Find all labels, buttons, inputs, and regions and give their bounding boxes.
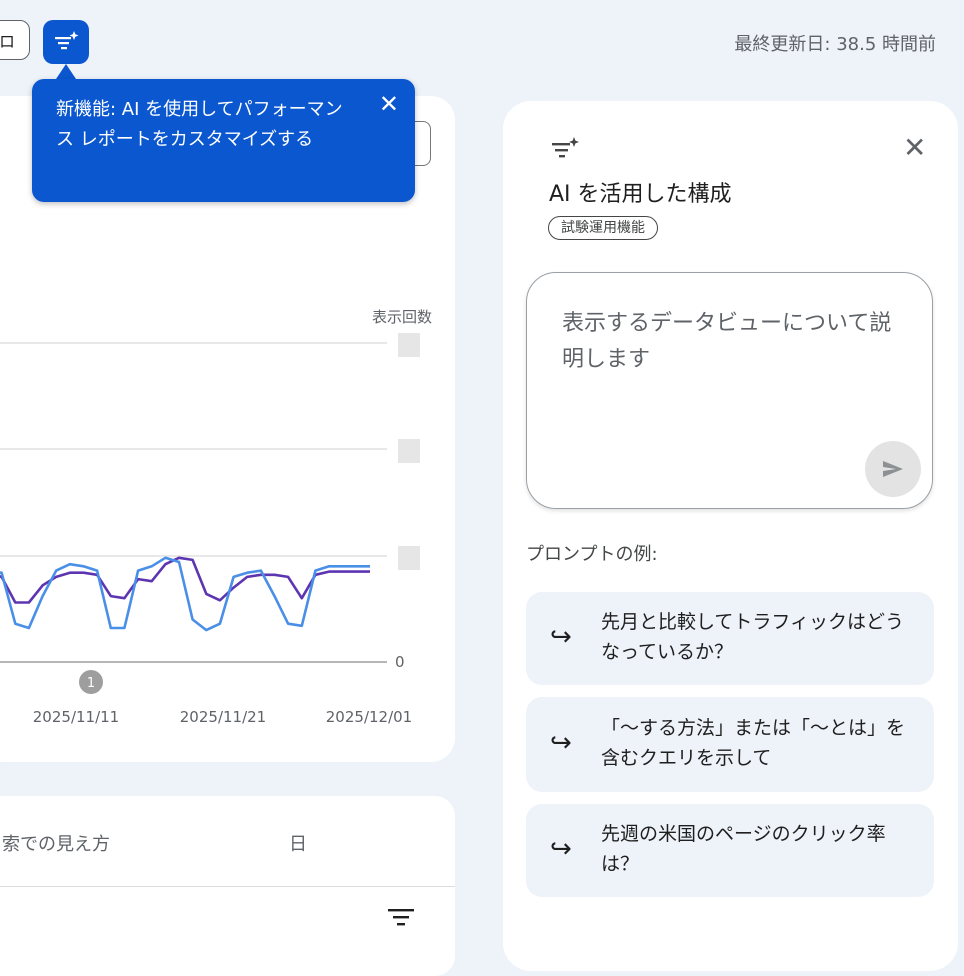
table-column-header-date[interactable]: 日 bbox=[289, 830, 307, 856]
example-prompt-text: 先週の米国のページのクリック率は？ bbox=[601, 823, 886, 875]
y-axis-tick-zero: 0 bbox=[395, 653, 405, 671]
y-axis-redacted-ticks bbox=[398, 333, 420, 570]
filter-chip-label: ロ bbox=[0, 32, 15, 51]
example-prompt-card[interactable]: ↪ 「〜する方法」または「〜とは」を含むクエリを示して bbox=[526, 697, 934, 792]
chart-series bbox=[0, 556, 370, 632]
reply-arrow-icon: ↪ bbox=[550, 834, 572, 864]
annotation-marker-label: 1 bbox=[87, 676, 95, 691]
x-axis-tick: 2025/11/21 bbox=[180, 708, 266, 726]
reply-arrow-icon: ↪ bbox=[550, 622, 572, 652]
redacted-tick-label bbox=[398, 439, 420, 463]
filter-list-icon[interactable] bbox=[388, 906, 416, 928]
reply-arrow-icon: ↪ bbox=[550, 728, 572, 758]
table-divider bbox=[0, 886, 455, 887]
redacted-tick-label bbox=[398, 546, 420, 570]
performance-line-chart: 表示回数 0 1 2025/11/11 2025/11/21 2025/12/0… bbox=[0, 308, 432, 726]
filter-chip[interactable]: ロ bbox=[0, 20, 30, 60]
series-line bbox=[0, 556, 370, 604]
x-axis-tick: 2025/11/11 bbox=[33, 708, 119, 726]
last-updated-text: 最終更新日: 38.5 時間前 bbox=[734, 34, 936, 55]
series-line bbox=[0, 556, 370, 632]
ai-filter-sparkle-icon bbox=[552, 137, 579, 158]
close-icon[interactable]: ✕ bbox=[903, 134, 926, 162]
example-prompt-card[interactable]: ↪ 先週の米国のページのクリック率は？ bbox=[526, 804, 934, 897]
examples-label: プロンプトの例: bbox=[526, 544, 658, 565]
experimental-badge: 試験運用機能 bbox=[548, 216, 658, 240]
tooltip-text: 新機能: AI を使用してパフォーマンス レポートをカスタマイズする bbox=[56, 99, 343, 150]
x-axis-tick: 2025/12/01 bbox=[326, 708, 412, 726]
annotation-marker[interactable]: 1 bbox=[79, 670, 103, 694]
ai-config-button[interactable] bbox=[43, 20, 89, 64]
new-feature-tooltip: 新機能: AI を使用してパフォーマンス レポートをカスタマイズする ✕ bbox=[32, 79, 415, 202]
example-prompt-text: 「〜する方法」または「〜とは」を含むクエリを示して bbox=[601, 717, 906, 769]
chart-gridlines bbox=[0, 342, 387, 663]
send-button[interactable] bbox=[865, 441, 921, 497]
send-icon bbox=[883, 461, 903, 477]
example-prompt-card[interactable]: ↪ 先月と比較してトラフィックはどうなっているか？ bbox=[526, 592, 934, 685]
prompt-input-placeholder[interactable]: 表示するデータビューについて説明します bbox=[562, 306, 912, 378]
y-axis-label: 表示回数 bbox=[372, 308, 432, 326]
table-column-header-query[interactable]: 索での見え方 bbox=[2, 830, 110, 856]
ai-filter-sparkle-icon bbox=[55, 31, 79, 50]
close-icon[interactable]: ✕ bbox=[379, 89, 399, 119]
example-prompt-text: 先月と比較してトラフィックはどうなっているか？ bbox=[601, 611, 905, 663]
redacted-tick-label bbox=[398, 333, 420, 357]
tooltip-arrow bbox=[56, 64, 76, 79]
panel-title: AI を活用した構成 bbox=[549, 182, 732, 207]
